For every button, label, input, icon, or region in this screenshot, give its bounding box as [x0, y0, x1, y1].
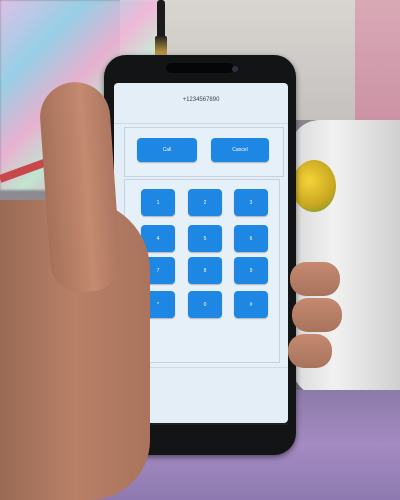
key-1[interactable]: 1: [141, 189, 175, 216]
finger: [290, 262, 340, 296]
finger: [288, 334, 332, 368]
key-5[interactable]: 5: [188, 225, 222, 252]
front-camera: [232, 66, 238, 72]
key-0[interactable]: 0: [188, 291, 222, 318]
phone-notch: [166, 63, 234, 73]
key-8[interactable]: 8: [188, 257, 222, 284]
divider: [114, 123, 288, 124]
key-9[interactable]: 9: [234, 257, 268, 284]
key-3[interactable]: 3: [234, 189, 268, 216]
toy-bird: [292, 160, 336, 212]
call-button[interactable]: Call: [137, 138, 197, 162]
finger: [292, 298, 342, 332]
key-2[interactable]: 2: [188, 189, 222, 216]
key-hash[interactable]: #: [234, 291, 268, 318]
cancel-button[interactable]: Cancel: [211, 138, 269, 162]
dialed-number: +1234567890: [182, 97, 220, 103]
key-6[interactable]: 6: [234, 225, 268, 252]
thumb: [37, 79, 123, 295]
